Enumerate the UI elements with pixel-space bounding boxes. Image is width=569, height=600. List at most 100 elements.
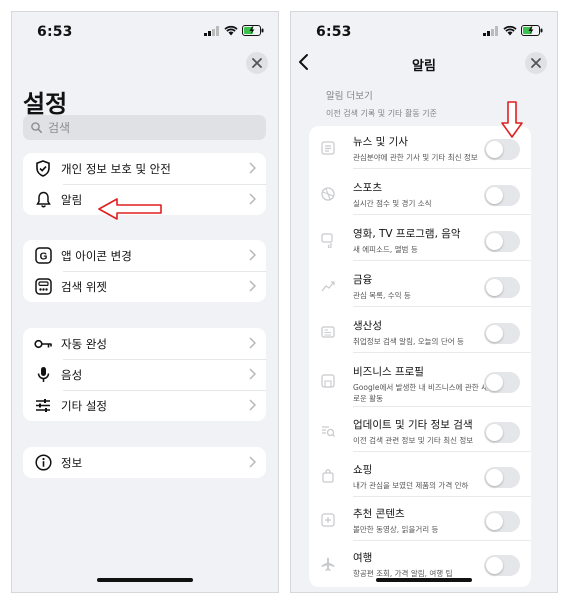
shopping-icon [318,466,338,486]
search-placeholder: 검색 [48,121,71,135]
toggle-knob [486,233,503,250]
news-icon [318,138,338,158]
close-button[interactable] [246,52,268,74]
notification-toggle[interactable] [484,372,520,393]
widget-icon [33,277,53,297]
divider [353,306,531,307]
notification-title: 비즈니스 프로필 [353,366,424,378]
settings-item-about[interactable]: 정보 [23,447,266,478]
settings-item-privacy[interactable]: 개인 정보 보호 및 안전 [23,153,266,184]
notification-toggle[interactable] [484,139,520,160]
settings-item-label: 검색 위젯 [61,279,107,294]
divider [353,496,531,497]
svg-text:G: G [39,251,47,262]
status-icons [483,25,543,36]
divider [353,451,531,452]
battery-charging-icon [521,25,543,36]
notification-desc: 관심분야에 관한 기사 및 기타 최신 정보 [353,153,478,162]
notification-item-media: 영화, TV 프로그램, 음악 새 에피소드, 앨범 등 [309,218,531,261]
notification-item-updates: 업데이트 및 기타 정보 검색 이전 검색 관련 정보 및 기타 최신 정보 [309,409,531,452]
battery-charging-icon [242,25,264,36]
toggle-knob [486,374,503,391]
settings-group-about: 정보 [23,447,266,478]
toggle-knob [486,187,503,204]
notification-title: 여행 [353,552,373,564]
sports-ball-icon [318,184,338,204]
finance-icon [318,276,338,296]
settings-item-label: 자동 완성 [61,336,107,351]
annotation-arrow-down [501,101,523,138]
key-icon [33,334,53,354]
notification-toggle[interactable] [484,323,520,344]
settings-screen: 6:53 설정 검색 개인 정보 보호 및 안전 알림 G 앱 아이콘 변경 검… [11,11,279,593]
divider [353,260,531,261]
settings-item-other[interactable]: 기타 설정 [23,390,266,421]
notification-item-recommended: 추천 콘텐츠 볼만한 동영상, 읽을거리 등 [309,498,531,541]
search-input[interactable]: 검색 [23,115,266,140]
toggle-knob [486,513,503,530]
close-icon [531,58,541,68]
status-icons [204,25,264,36]
bell-icon [33,190,53,210]
settings-item-search-widget[interactable]: 검색 위젯 [23,271,266,302]
close-button[interactable] [525,52,547,74]
status-time: 6:53 [316,24,352,40]
notification-desc: 관심 목록, 수익 등 [353,291,411,300]
chevron-right-icon [249,249,256,261]
notification-desc: 새 에피소드, 앨범 등 [353,245,418,254]
chevron-right-icon [249,162,256,174]
toggle-knob [486,325,503,342]
notification-title: 쇼핑 [353,464,373,476]
info-icon [33,453,53,473]
toggle-knob [486,279,503,296]
media-icon [318,230,338,250]
close-icon [252,58,262,68]
settings-item-label: 정보 [61,455,83,470]
notification-title: 뉴스 및 기사 [353,136,408,148]
notification-toggle[interactable] [484,511,520,532]
search-update-icon [318,421,338,441]
notification-toggle[interactable] [484,467,520,488]
settings-item-autocomplete[interactable]: 자동 완성 [23,328,266,359]
notification-desc: 취업정보 검색 알림, 오늘의 단어 등 [353,337,464,346]
notification-toggle[interactable] [484,185,520,206]
settings-item-label: 음성 [61,367,83,382]
airplane-icon [318,554,338,574]
settings-item-app-icon[interactable]: G 앱 아이콘 변경 [23,240,266,271]
notification-item-shopping: 쇼핑 내가 관심을 보였던 제품의 가격 인하 [309,454,531,497]
page-title: 알림 [412,59,436,74]
wifi-icon [503,25,517,36]
divider [353,214,531,215]
notification-list: 뉴스 및 기사 관심분야에 관한 기사 및 기타 최신 정보 스포츠 실시간 점… [309,126,531,587]
settings-item-label: 알림 [61,192,83,207]
notification-toggle[interactable] [484,277,520,298]
notification-item-business: 비즈니스 프로필 Google에서 발생한 내 비즈니스에 관한 새로운 활동 [309,356,531,407]
cellular-signal-icon [204,25,219,36]
section-header: 알림 더보기 [326,91,373,102]
divider [353,406,531,407]
chevron-right-icon [249,337,256,349]
divider [353,540,531,541]
sliders-icon [33,396,53,416]
settings-item-voice[interactable]: 음성 [23,359,266,390]
cellular-signal-icon [483,25,498,36]
notification-title: 스포츠 [353,182,382,194]
productivity-icon [318,322,338,342]
notification-toggle[interactable] [484,422,520,443]
notifications-screen: 6:53 알림 알림 더보기 이전 검색 기록 및 기타 활동 기준 뉴스 및 … [290,11,558,593]
search-icon [31,122,42,133]
notification-desc: 실시간 점수 및 경기 소식 [353,199,432,208]
settings-item-label: 앱 아이콘 변경 [61,248,132,263]
notification-title: 영화, TV 프로그램, 음악 [353,228,461,240]
page-title: 설정 [23,90,68,118]
settings-item-label: 기타 설정 [61,398,107,413]
recommend-icon [318,510,338,530]
chevron-right-icon [249,193,256,205]
notification-toggle[interactable] [484,231,520,252]
status-bar: 6:53 [12,12,278,52]
wifi-icon [224,25,238,36]
notification-toggle[interactable] [484,555,520,576]
microphone-icon [33,365,53,385]
notification-item-productivity: 생산성 취업정보 검색 알림, 오늘의 단어 등 [309,310,531,353]
notification-desc: Google에서 발생한 내 비즈니스에 관한 새로운 활동 [353,383,488,403]
